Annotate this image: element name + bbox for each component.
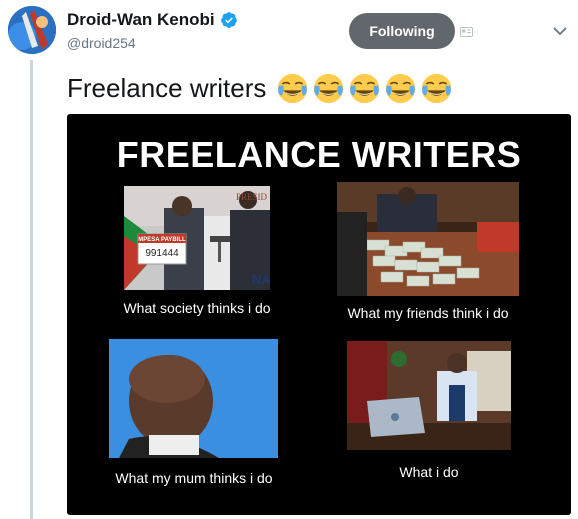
tweet-text: Freelance writers xyxy=(67,72,456,105)
author-name-row[interactable]: Droid-Wan Kenobi xyxy=(67,10,238,30)
panel-friends-image xyxy=(337,182,519,296)
panel-what-i-do-image xyxy=(347,341,511,450)
caption-society: What society thinks i do xyxy=(123,300,271,316)
face-with-tears-of-joy-icon xyxy=(350,73,380,104)
user-card-icon xyxy=(460,27,473,37)
tweet-text-content: Freelance writers xyxy=(67,73,267,103)
display-name[interactable]: Droid-Wan Kenobi xyxy=(67,10,215,30)
caption-what-i-do: What i do xyxy=(399,464,459,480)
verified-badge-icon xyxy=(220,12,237,28)
emoji-row xyxy=(276,72,456,105)
sign-title: MPESA PAYBILL xyxy=(138,237,186,243)
avatar[interactable] xyxy=(8,6,56,54)
chevron-down-icon[interactable] xyxy=(553,26,567,36)
face-with-tears-of-joy-icon xyxy=(386,73,416,104)
face-with-tears-of-joy-icon xyxy=(314,73,344,104)
handle[interactable]: @droid254 xyxy=(67,35,136,51)
panel-mum-image xyxy=(109,339,278,458)
tweet-image[interactable]: FREELANCE WRITERS MPESA PAYBILL 991444 P… xyxy=(67,114,571,515)
sign-number: 991444 xyxy=(145,248,179,259)
meme-title: FREELANCE WRITERS xyxy=(116,134,522,175)
caption-friends: What my friends think i do xyxy=(347,305,509,321)
background-sign-text: PRESID xyxy=(236,192,268,202)
corner-letters: NA xyxy=(252,272,270,287)
face-with-tears-of-joy-icon xyxy=(422,73,452,104)
following-button[interactable]: Following xyxy=(349,13,455,49)
caption-mum: What my mum thinks i do xyxy=(115,470,273,486)
thread-line xyxy=(30,60,33,519)
face-with-tears-of-joy-icon xyxy=(278,73,308,104)
panel-society-image: MPESA PAYBILL 991444 PRESID NA xyxy=(124,186,270,290)
